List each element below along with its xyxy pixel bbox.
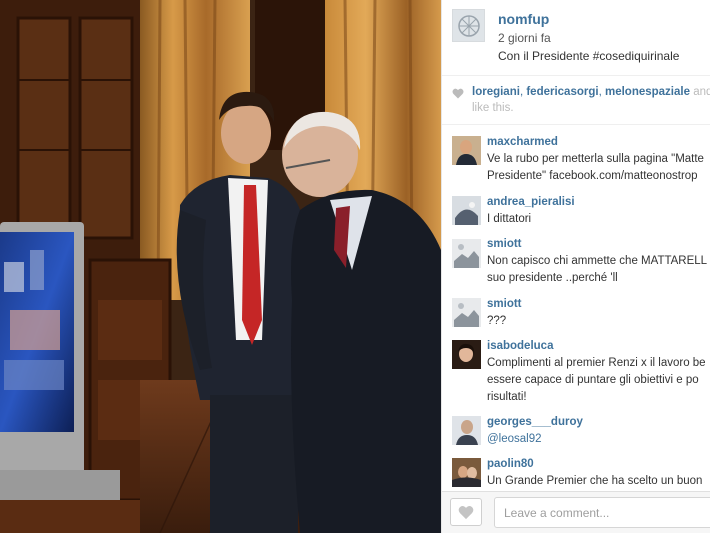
commenter-username[interactable]: smiott — [487, 298, 522, 310]
owner-avatar[interactable] — [452, 9, 485, 42]
commenter-avatar[interactable] — [452, 239, 481, 268]
commenter-username[interactable]: georges___duroy — [487, 416, 583, 428]
commenter-avatar[interactable] — [452, 340, 481, 369]
heart-icon — [458, 505, 474, 519]
comment-text: suo presidente ..perché 'll — [487, 272, 618, 284]
post-header: nomfup 2 giorni fa Con il Presidente #co… — [442, 0, 710, 76]
likers-list: loregiani, federicasorgi, melonespaziale… — [472, 86, 710, 98]
likes-more[interactable]: and — [693, 86, 710, 98]
post-sidebar: nomfup 2 giorni fa Con il Presidente #co… — [441, 0, 710, 533]
comment-mention[interactable]: @leosal92 — [487, 431, 710, 448]
post-caption: Con il Presidente #cosediquirinale — [498, 49, 680, 63]
likes-suffix: like this. — [472, 102, 514, 114]
liker-link[interactable]: melonespaziale — [605, 86, 690, 98]
commenter-avatar[interactable] — [452, 298, 481, 327]
comment-text: ??? — [487, 315, 507, 327]
commenter-username[interactable]: isabodeluca — [487, 340, 553, 352]
commenter-avatar[interactable] — [452, 458, 481, 487]
liker-link[interactable]: loregiani — [472, 86, 520, 98]
post-timestamp: 2 giorni fa — [498, 31, 551, 45]
likes-section: loregiani, federicasorgi, melonespaziale… — [442, 77, 710, 125]
heart-icon — [452, 88, 464, 99]
post-photo — [0, 0, 441, 533]
comment-text: I dittatori — [487, 213, 532, 225]
comment-text: risultati! — [487, 391, 527, 403]
comment-text: Non capisco chi ammette che MATTARELL — [487, 255, 708, 267]
comment-text: essere capace di puntare gli obiettivi e… — [487, 374, 699, 386]
commenter-username[interactable]: andrea_pieralisi — [487, 196, 575, 208]
commenter-username[interactable]: maxcharmed — [487, 136, 558, 148]
liker-separator: , — [519, 86, 524, 98]
commenter-username[interactable]: smiott — [487, 238, 522, 250]
comment-text: Complimenti al premier Renzi x il lavoro… — [487, 357, 706, 369]
comment-input[interactable] — [494, 497, 710, 528]
liker-link[interactable]: federicasorgi — [526, 86, 598, 98]
comment-text: Ve la rubo per metterla sulla pagina "Ma… — [487, 153, 704, 165]
commenter-username[interactable]: paolin80 — [487, 458, 534, 470]
like-button[interactable] — [450, 498, 482, 526]
comment-text: Un Grande Premier che ha scelto un buon — [487, 475, 703, 487]
liker-separator: , — [598, 86, 602, 98]
commenter-avatar[interactable] — [452, 416, 481, 445]
comment-bar — [442, 491, 710, 533]
commenter-avatar[interactable] — [452, 196, 481, 225]
comment-text: Presidente" facebook.com/matteonostrop — [487, 170, 698, 182]
commenter-avatar[interactable] — [452, 136, 481, 165]
owner-username[interactable]: nomfup — [498, 11, 549, 27]
